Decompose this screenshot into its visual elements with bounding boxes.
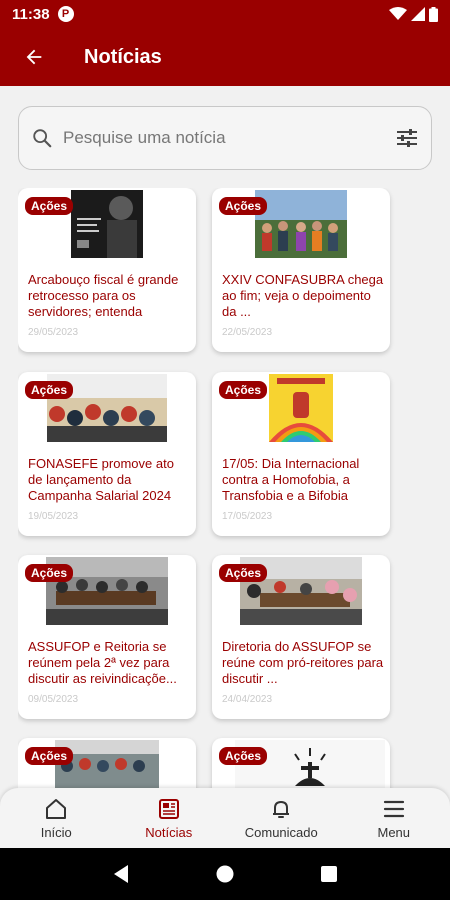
system-back-icon[interactable] [112, 864, 130, 884]
menu-icon [383, 800, 404, 817]
news-thumbnail [269, 374, 333, 442]
home-icon [46, 798, 67, 819]
status-bar: 11:38 P [0, 0, 450, 28]
news-card[interactable]: Ações ASSUFOP e Reitoria se reúnem pela … [18, 555, 196, 719]
system-home-icon[interactable] [215, 864, 235, 884]
search-icon [33, 129, 52, 148]
page-title: Notícias [84, 45, 162, 68]
news-title: XXIV CONFASUBRA chega ao fim; veja o dep… [222, 272, 384, 319]
category-badge: Ações [25, 747, 74, 765]
news-grid: Ações Arcabouço fiscal é grande retroces… [18, 188, 398, 788]
signal-icon [411, 7, 425, 21]
category-badge: Ações [25, 197, 74, 215]
search-bar [18, 106, 432, 170]
news-date: 19/05/2023 [28, 511, 79, 522]
arrow-back-icon [26, 49, 42, 65]
nav-comunicado-label: Comunicado [244, 824, 318, 840]
battery-icon [429, 6, 438, 22]
nav-noticias[interactable]: Notícias [113, 788, 226, 848]
news-card[interactable]: Ações Arcabouço fiscal é grande retroces… [18, 188, 196, 352]
wifi-icon [389, 7, 407, 20]
status-time: 11:38 [12, 5, 50, 23]
filter-icon[interactable] [395, 127, 419, 149]
category-badge: Ações [219, 564, 268, 582]
category-badge: Ações [219, 747, 268, 765]
news-date: 29/05/2023 [28, 327, 79, 338]
news-title: Diretoria do ASSUFOP se reúne com pró-re… [222, 639, 384, 686]
news-date: 24/04/2023 [222, 694, 273, 705]
category-badge: Ações [219, 197, 268, 215]
system-recents-icon[interactable] [320, 865, 338, 883]
news-title: FONASEFE promove ato de lançamento da Ca… [28, 456, 174, 503]
news-title: Arcabouço fiscal é grande retrocesso par… [28, 272, 179, 319]
nav-comunicado[interactable]: Comunicado [225, 788, 338, 848]
nav-inicio[interactable]: Início [0, 788, 113, 848]
newspaper-icon [158, 798, 179, 819]
back-button[interactable] [0, 28, 68, 86]
app-bar: Notícias [0, 28, 450, 86]
news-title: 17/05: Dia Internacional contra a Homofo… [222, 456, 360, 503]
news-thumbnail [255, 190, 347, 258]
news-date: 17/05/2023 [222, 511, 273, 522]
app-notification-icon: P [57, 6, 74, 22]
bottom-navigation: Início Notícias Comunicado Menu [0, 788, 450, 848]
category-badge: Ações [25, 381, 74, 399]
news-card[interactable]: Ações [18, 738, 196, 788]
news-date: 09/05/2023 [28, 694, 79, 705]
category-badge: Ações [219, 381, 268, 399]
news-thumbnail [55, 740, 159, 788]
news-card[interactable]: Ações FONASEFE promove ato de lançamento… [18, 372, 196, 536]
nav-noticias-label: Notícias [145, 824, 193, 840]
news-date: 22/05/2023 [222, 327, 273, 338]
news-card[interactable]: Ações XXIV CONFASUBRA chega ao fim; veja… [212, 188, 390, 352]
nav-menu-label: Menu [377, 824, 411, 840]
news-card[interactable]: Ações [212, 738, 390, 788]
nav-inicio-label: Início [40, 824, 72, 840]
news-thumbnail [71, 190, 143, 258]
search-input[interactable] [63, 128, 395, 148]
system-navigation-bar [0, 848, 450, 900]
category-badge: Ações [25, 564, 74, 582]
nav-menu[interactable]: Menu [338, 788, 450, 848]
bell-icon [273, 800, 290, 818]
news-card[interactable]: Ações Diretoria do ASSUFOP se reúne com … [212, 555, 390, 719]
news-card[interactable]: Ações 17/05: Dia Internacional contra a … [212, 372, 390, 536]
news-title: ASSUFOP e Reitoria se reúnem pela 2ª vez… [28, 639, 177, 686]
